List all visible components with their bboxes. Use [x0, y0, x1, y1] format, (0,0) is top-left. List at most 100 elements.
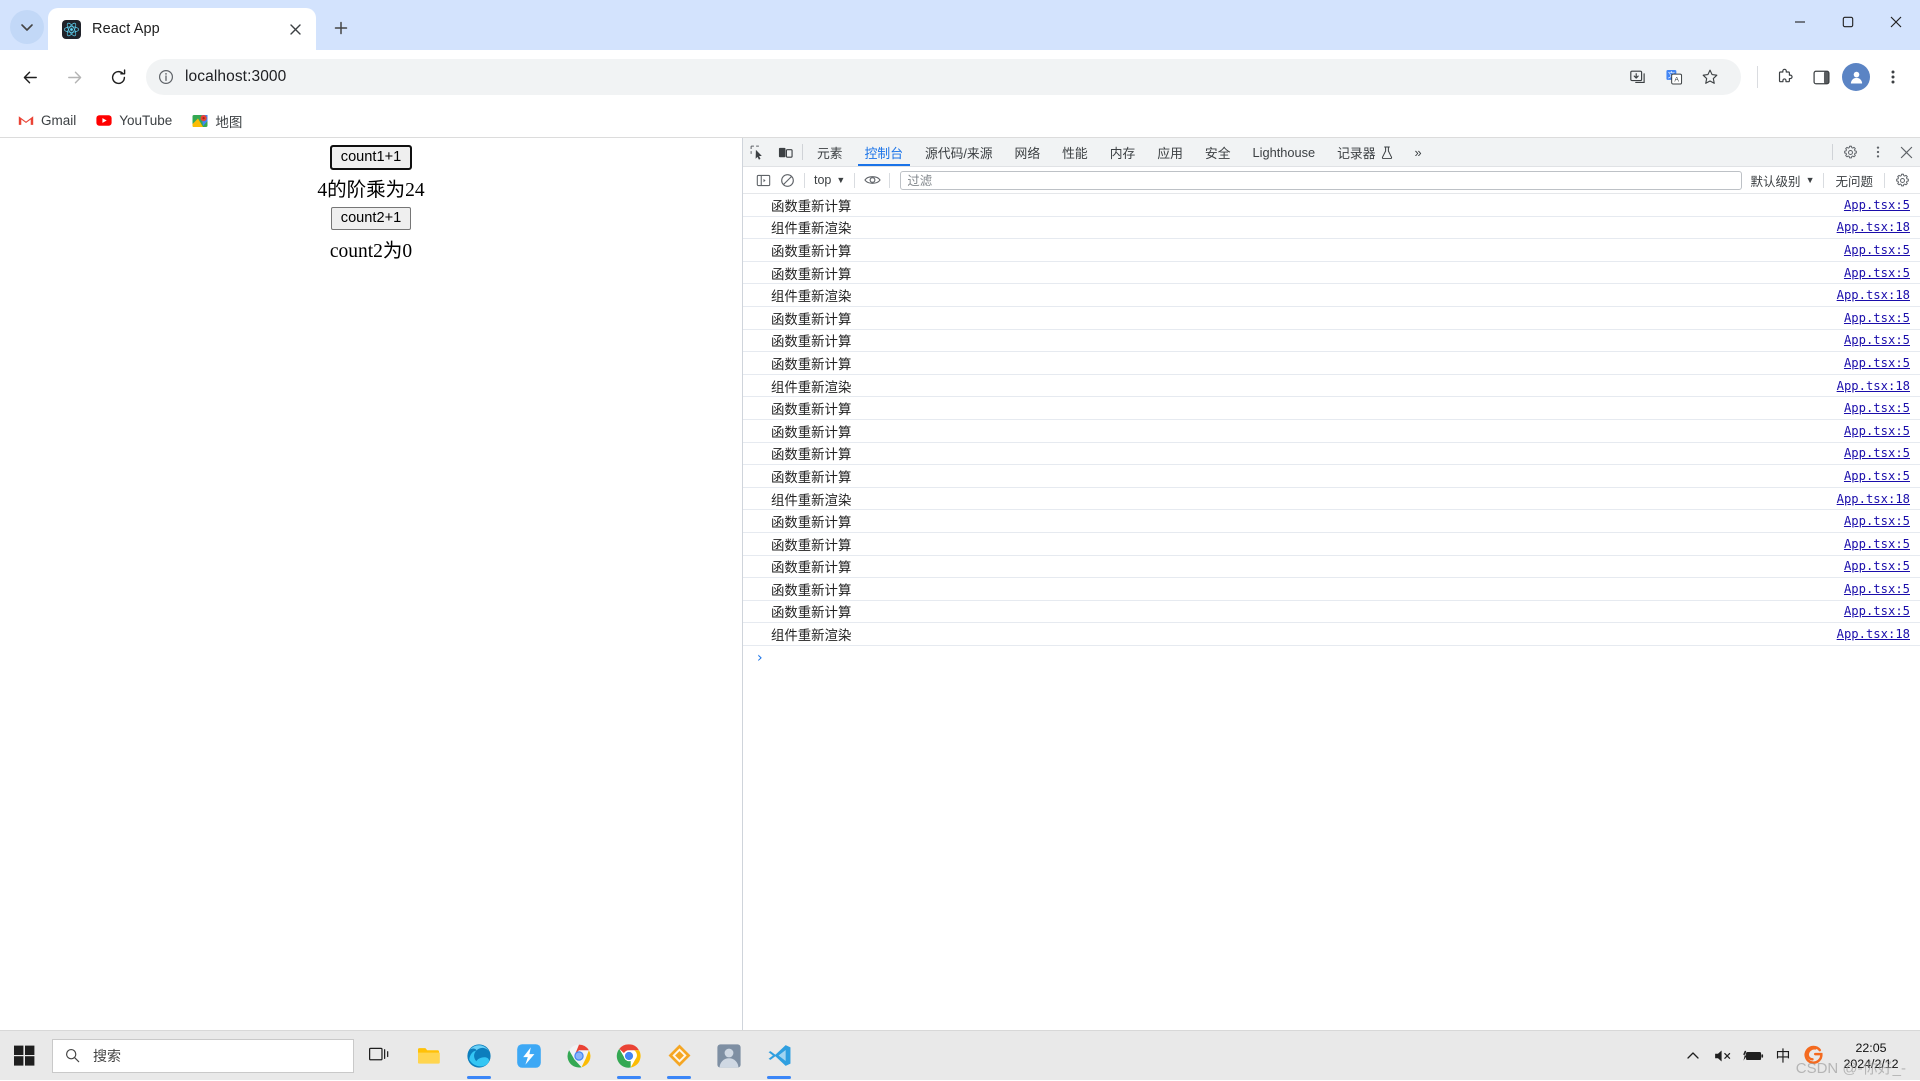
show-hidden-icons-button[interactable]: [1678, 1031, 1708, 1081]
task-view-button[interactable]: [354, 1031, 404, 1081]
clock-and-date[interactable]: 22:05 2024/2/12: [1828, 1040, 1914, 1072]
console-log-source-link[interactable]: App.tsx:5: [1844, 537, 1910, 551]
console-log-row[interactable]: 函数重新计算App.tsx:5: [743, 262, 1920, 285]
clear-console-button[interactable]: [775, 169, 799, 191]
browser-app-button[interactable]: [554, 1031, 604, 1081]
tab-memory[interactable]: 内存: [1099, 138, 1147, 166]
microsoft-edge-button[interactable]: [454, 1031, 504, 1081]
volume-button[interactable]: [1708, 1031, 1738, 1081]
console-log-row[interactable]: 函数重新计算App.tsx:5: [743, 352, 1920, 375]
console-log-row[interactable]: 函数重新计算App.tsx:5: [743, 601, 1920, 624]
tab-sources[interactable]: 源代码/来源: [914, 138, 1004, 166]
console-log-row[interactable]: 函数重新计算App.tsx:5: [743, 443, 1920, 466]
console-log-row[interactable]: 函数重新计算App.tsx:5: [743, 533, 1920, 556]
console-log-source-link[interactable]: App.tsx:5: [1844, 559, 1910, 573]
browser-menu-button[interactable]: [1876, 60, 1910, 94]
tab-application[interactable]: 应用: [1146, 138, 1194, 166]
install-app-icon[interactable]: [1621, 60, 1655, 94]
console-log-source-link[interactable]: App.tsx:5: [1844, 514, 1910, 528]
translate-icon[interactable]: 文 A: [1657, 60, 1691, 94]
tab-close-button[interactable]: [284, 18, 306, 40]
console-log-source-link[interactable]: App.tsx:5: [1844, 243, 1910, 257]
console-log-source-link[interactable]: App.tsx:5: [1844, 266, 1910, 280]
tab-lighthouse[interactable]: Lighthouse: [1242, 138, 1327, 166]
tab-console[interactable]: 控制台: [854, 138, 914, 166]
ime-indicator[interactable]: 中: [1768, 1031, 1798, 1081]
window-close-button[interactable]: [1872, 0, 1920, 44]
devtools-more-button[interactable]: [1864, 138, 1892, 166]
console-log-row[interactable]: 组件重新渲染App.tsx:18: [743, 284, 1920, 307]
console-log-source-link[interactable]: App.tsx:5: [1844, 582, 1910, 596]
sogou-input-button[interactable]: [1798, 1031, 1828, 1081]
profile-avatar[interactable]: [1842, 63, 1870, 91]
bookmark-youtube[interactable]: YouTube: [88, 108, 180, 134]
vscode-button[interactable]: [754, 1031, 804, 1081]
file-explorer-button[interactable]: [404, 1031, 454, 1081]
count2-increment-button[interactable]: count2+1: [331, 207, 411, 230]
console-log-source-link[interactable]: App.tsx:5: [1844, 356, 1910, 370]
star-icon[interactable]: [1693, 60, 1727, 94]
console-log-row[interactable]: 组件重新渲染App.tsx:18: [743, 623, 1920, 646]
extensions-puzzle-icon[interactable]: [1768, 60, 1802, 94]
console-log-row[interactable]: 函数重新计算App.tsx:5: [743, 330, 1920, 353]
new-tab-button[interactable]: [326, 13, 356, 43]
maximize-button[interactable]: [1824, 0, 1872, 44]
battery-button[interactable]: [1738, 1031, 1768, 1081]
reload-button[interactable]: [100, 59, 136, 95]
taskbar-search-box[interactable]: 搜索: [52, 1039, 354, 1073]
console-log-source-link[interactable]: App.tsx:18: [1837, 627, 1910, 641]
google-chrome-button[interactable]: [604, 1031, 654, 1081]
console-log-source-link[interactable]: App.tsx:5: [1844, 446, 1910, 460]
console-log-row[interactable]: 函数重新计算App.tsx:5: [743, 239, 1920, 262]
console-log-source-link[interactable]: App.tsx:5: [1844, 311, 1910, 325]
console-log-row[interactable]: 组件重新渲染App.tsx:18: [743, 488, 1920, 511]
browser-tab[interactable]: React App: [48, 8, 316, 50]
console-log-row[interactable]: 组件重新渲染App.tsx:18: [743, 375, 1920, 398]
editor-app-button[interactable]: [654, 1031, 704, 1081]
side-panel-icon[interactable]: [1804, 60, 1838, 94]
console-filter-input[interactable]: 过滤: [900, 171, 1741, 190]
console-log-row[interactable]: 函数重新计算App.tsx:5: [743, 420, 1920, 443]
console-log-source-link[interactable]: App.tsx:18: [1837, 220, 1910, 234]
console-log-source-link[interactable]: App.tsx:5: [1844, 604, 1910, 618]
devtools-settings-button[interactable]: [1836, 138, 1864, 166]
devtools-close-button[interactable]: [1892, 138, 1920, 166]
console-log-source-link[interactable]: App.tsx:18: [1837, 492, 1910, 506]
issues-status[interactable]: 无问题: [1829, 171, 1879, 190]
console-log-source-link[interactable]: App.tsx:5: [1844, 401, 1910, 415]
console-sidebar-toggle[interactable]: [751, 169, 775, 191]
device-toolbar-icon[interactable]: [771, 138, 799, 166]
console-log-source-link[interactable]: App.tsx:18: [1837, 288, 1910, 302]
tab-elements[interactable]: 元素: [806, 138, 854, 166]
console-log-row[interactable]: 函数重新计算App.tsx:5: [743, 194, 1920, 217]
console-settings-button[interactable]: [1890, 169, 1914, 191]
windows-start-button[interactable]: [0, 1031, 48, 1081]
console-log-source-link[interactable]: App.tsx:5: [1844, 333, 1910, 347]
forward-button[interactable]: [56, 59, 92, 95]
console-log-list[interactable]: 函数重新计算App.tsx:5组件重新渲染App.tsx:18函数重新计算App…: [743, 194, 1920, 1030]
console-log-row[interactable]: 函数重新计算App.tsx:5: [743, 510, 1920, 533]
count1-increment-button[interactable]: count1+1: [331, 146, 411, 169]
console-log-source-link[interactable]: App.tsx:5: [1844, 424, 1910, 438]
console-log-source-link[interactable]: App.tsx:5: [1844, 469, 1910, 483]
inspect-element-icon[interactable]: [743, 138, 771, 166]
thunder-download-button[interactable]: [504, 1031, 554, 1081]
tab-security[interactable]: 安全: [1194, 138, 1242, 166]
bookmark-maps[interactable]: 地图: [184, 108, 250, 134]
live-expression-button[interactable]: [860, 169, 884, 191]
console-log-row[interactable]: 函数重新计算App.tsx:5: [743, 465, 1920, 488]
console-log-row[interactable]: 函数重新计算App.tsx:5: [743, 578, 1920, 601]
tab-recorder[interactable]: 记录器: [1326, 138, 1403, 166]
console-level-selector[interactable]: 默认级别 ▼: [1747, 171, 1819, 190]
console-input-prompt[interactable]: ›: [743, 646, 1920, 670]
console-log-row[interactable]: 函数重新计算App.tsx:5: [743, 307, 1920, 330]
back-button[interactable]: [12, 59, 48, 95]
devtools-overflow-button[interactable]: »: [1404, 138, 1433, 166]
console-log-row[interactable]: 函数重新计算App.tsx:5: [743, 397, 1920, 420]
address-bar[interactable]: localhost:3000 文 A: [146, 59, 1741, 95]
tab-network[interactable]: 网络: [1004, 138, 1052, 166]
console-log-row[interactable]: 组件重新渲染App.tsx:18: [743, 217, 1920, 240]
info-circle-icon[interactable]: [158, 69, 174, 85]
tab-search-button[interactable]: [10, 10, 44, 44]
console-context-selector[interactable]: top ▼: [810, 173, 849, 187]
